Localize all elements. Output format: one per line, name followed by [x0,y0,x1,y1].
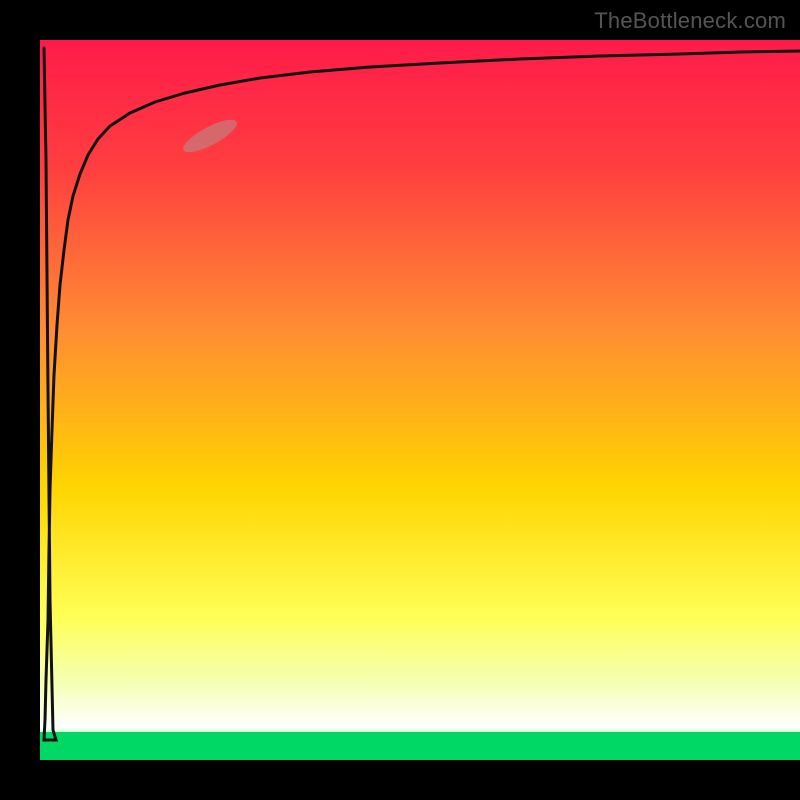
green-band [40,732,800,760]
gradient-background [40,40,800,760]
chart-svg [40,40,800,760]
attribution-text: TheBottleneck.com [594,8,786,34]
plot-area [40,40,800,760]
chart-frame: TheBottleneck.com [0,0,800,800]
